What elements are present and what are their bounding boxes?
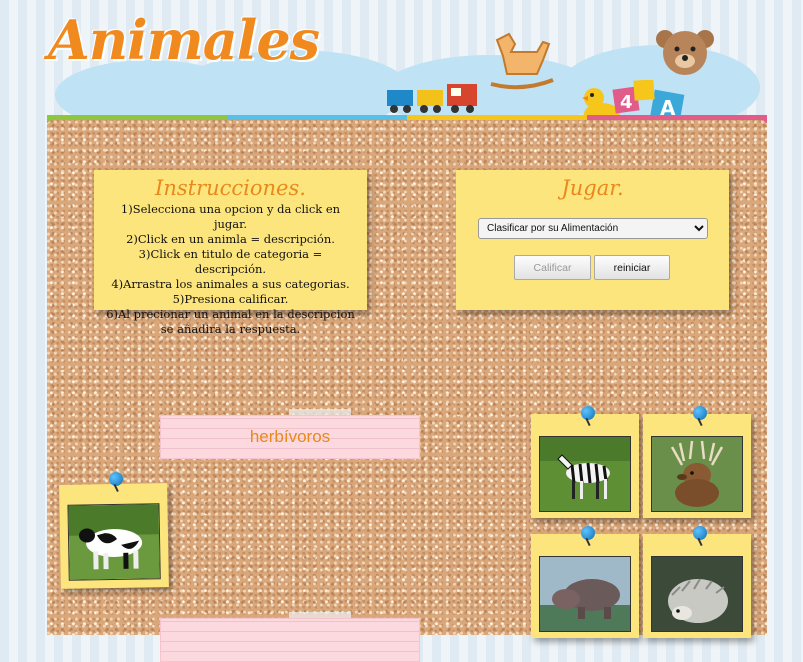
instructions-title: Instrucciones. [155, 176, 306, 200]
pushpin-icon [581, 406, 595, 420]
instruction-step: 3)Click en titulo de categoria = descrip… [138, 247, 323, 276]
instruction-step: 6)Al precionar un animal en la descripci… [106, 307, 355, 336]
cow-photo [67, 503, 161, 581]
deer-photo [651, 436, 743, 512]
animal-card-cow[interactable] [59, 471, 169, 589]
pushpin-icon [581, 526, 595, 540]
instruction-step: 4)Arrastra los animales a sus categorias… [111, 277, 350, 291]
animal-card-deer[interactable] [643, 406, 751, 518]
game-title: Jugar. [561, 176, 624, 200]
category-card[interactable] [160, 618, 420, 662]
pushpin-icon [693, 406, 707, 420]
animal-card-hippo[interactable] [531, 526, 639, 638]
classification-select[interactable]: Clasificar por su Alimentación [478, 218, 708, 239]
instruction-step: 1)Selecciona una opcion y da click en ju… [120, 202, 341, 231]
cork-board: Instrucciones. 1)Selecciona una opcion y… [47, 120, 767, 662]
instruction-step: 2)Click en un animla = descripción. [126, 232, 335, 246]
app-logo: Animales [48, 8, 320, 72]
train-toy-icon [387, 84, 477, 113]
header: Animales 4 A [0, 0, 803, 130]
animal-card-zebra[interactable] [531, 406, 639, 518]
animal-card-opossum[interactable] [643, 526, 751, 638]
rocking-horse-icon [490, 32, 554, 90]
zebra-photo [539, 436, 631, 512]
instructions-list: 1)Selecciona una opcion y da click en ju… [106, 202, 355, 337]
opossum-photo [651, 556, 743, 632]
pushpin-icon [693, 526, 707, 540]
hippo-photo [539, 556, 631, 632]
game-note: Jugar. Clasificar por su Alimentación Ca… [456, 170, 729, 310]
teddy-bear-icon [656, 30, 714, 75]
svg-text:4: 4 [620, 92, 633, 113]
instruction-step: 5)Presiona calificar. [172, 292, 289, 306]
pushpin-icon [108, 471, 124, 487]
reset-button[interactable]: reiniciar [594, 255, 670, 280]
instructions-note: Instrucciones. 1)Selecciona una opcion y… [94, 170, 367, 336]
category-herbivoros[interactable]: herbívoros [160, 415, 420, 459]
grade-button[interactable]: Calificar [514, 255, 591, 280]
